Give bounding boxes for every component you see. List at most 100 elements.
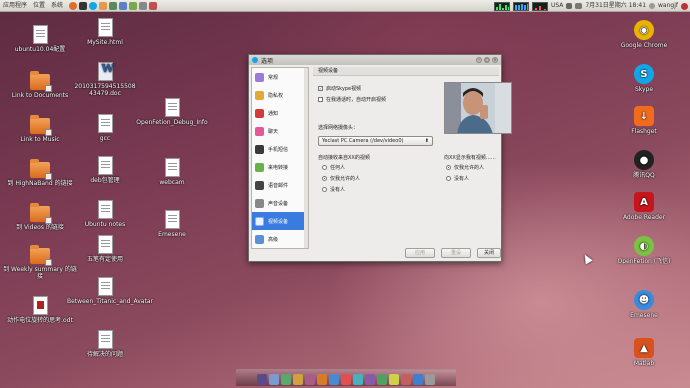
sidebar-item-sms[interactable]: 手机短信 [252,140,308,158]
show-radio-nobody[interactable] [446,176,451,181]
user-icon[interactable] [649,3,656,9]
desktop-icon-skype[interactable]: S Skype [606,64,682,93]
menu-applications[interactable]: 应用程序 [0,0,30,12]
receive-option-allowed[interactable]: 仅我允许的人 [322,175,360,182]
desktop-icon-wubi-file[interactable]: 五笔有定使用 [67,235,143,263]
select-webcam-label: 选择网络摄像头： [318,124,358,131]
menu-system[interactable]: 系统 [48,0,66,12]
desktop-icon-openfetion-debug[interactable]: OpenFetion_Debug_Info [134,98,210,126]
dock-app-10-icon[interactable] [365,374,375,385]
volume-icon[interactable] [566,3,573,9]
sidebar-item-voicemail[interactable]: 语音邮件 [252,176,308,194]
minimize-button[interactable]: – [476,57,482,63]
enable-video-row[interactable]: ✓ 启动Skype视频 [318,85,361,92]
desktop-icon-openfetion[interactable]: ◐ OpenFetion (飞信) [606,236,682,265]
webcam-select[interactable]: Yeclast PC Camera (/dev/video0) ⬍ [318,136,433,146]
dock-app-11-icon[interactable] [377,374,387,385]
document-icon [164,158,180,177]
dock-app-15-icon[interactable] [425,374,435,385]
network-monitor-icon[interactable] [531,1,548,11]
firefox-icon[interactable] [69,1,78,10]
desktop-icon-matlab[interactable]: ▲ Matlab [606,338,682,367]
receive-radio-allowed[interactable] [322,176,327,181]
skype-icon[interactable] [89,1,98,10]
sidebar-item-call-forwarding[interactable]: 来电转接 [252,158,308,176]
folder-icon[interactable] [99,1,108,10]
forward-call-icon [255,162,264,172]
mail-icon[interactable] [119,1,128,10]
receive-radio-nobody[interactable] [322,187,327,192]
desktop-icon-pending-file[interactable]: 待解决的问题 [67,330,143,358]
dock-app-2-icon[interactable] [269,374,279,385]
desktop-icon-deb-file[interactable]: deb包管理 [67,156,143,184]
desktop-icon-titanic-file[interactable]: Between_Titanic_and_Avatar [67,277,153,305]
receive-option-anyone[interactable]: 任何人 [322,164,345,171]
terminal-icon[interactable] [79,1,88,10]
desktop-icon-webcam-file[interactable]: webcam [134,158,210,186]
dock-app-14-icon[interactable] [413,374,423,385]
options-dialog: 选项 – □ × 常规 隐私权 通知 聊天 手机短信 来电转接 语音邮件 声音设… [248,54,512,262]
sidebar-item-notifications[interactable]: 通知 [252,104,308,122]
desktop-icon-gcc-file[interactable]: gcc [67,114,143,142]
maximize-button[interactable]: □ [484,57,490,63]
receive-radio-anyone[interactable] [322,165,327,170]
dock-app-4-icon[interactable] [293,374,303,385]
desktop-icon-mysite-html[interactable]: MySite.html [67,18,143,46]
dock-app-12-icon[interactable] [389,374,399,385]
enable-video-checkbox[interactable]: ✓ [318,86,323,91]
dock-app-6-icon[interactable] [317,374,327,385]
close-button[interactable]: 关闭 [477,248,501,258]
sidebar-item-advanced[interactable]: 高级 [252,230,308,248]
chat-icon [255,126,264,136]
desktop-icon-flashget[interactable]: ↓ Flashget [606,106,682,135]
folder-icon [30,71,52,92]
dock-app-5-icon[interactable] [305,374,315,385]
sidebar-item-label: 视频设备 [268,218,289,225]
sidebar-item-video-devices[interactable]: 视频设备 [252,212,308,230]
mail-indicator-icon[interactable] [575,3,583,9]
dock-app-13-icon[interactable] [401,374,411,385]
chat-icon[interactable] [129,1,138,10]
dock-app-7-icon[interactable] [329,374,339,385]
sidebar-item-sound-devices[interactable]: 声音设备 [252,194,308,212]
reset-button[interactable]: 重设 [441,248,471,258]
show-option-allowed[interactable]: 仅我允许的人 [446,164,484,171]
desktop-icon-emesene-file[interactable]: Emesene [134,210,210,238]
desktop-icon-ubuntu-notes[interactable]: Ubuntu notes [67,200,143,228]
dock-app-8-icon[interactable] [341,374,351,385]
dock-app-3-icon[interactable] [281,374,291,385]
keyboard-layout[interactable]: USA [551,0,563,12]
clock[interactable]: 7月31日星期六 18:41 [585,0,646,12]
dialog-titlebar[interactable]: 选项 – □ × [249,55,501,65]
dock-app-9-icon[interactable] [353,374,363,385]
sidebar-item-chat[interactable]: 聊天 [252,122,308,140]
menu-places[interactable]: 位置 [30,0,48,12]
icon-label: 动作电位旋转的思考.odt [7,317,73,324]
close-window-button[interactable]: × [492,57,498,63]
dock-app-1-icon[interactable] [257,374,267,385]
apply-button[interactable]: 应用 [405,248,435,258]
auto-start-row[interactable]: 在我通话时，自动开启视频 [318,96,386,103]
desktop-icon-doc-file[interactable]: 2010317594515508 43479.doc [67,62,143,97]
memory-monitor-icon[interactable] [512,1,529,11]
select-webcam-text: 选择网络摄像头： [318,125,359,131]
show-radio-allowed[interactable] [446,165,451,170]
sidebar-item-label: 通知 [268,110,279,117]
cpu-monitor-icon[interactable] [493,1,510,11]
desktop-icon-emesene[interactable]: ☻ Emesene [606,290,682,319]
settings-icon[interactable] [139,1,148,10]
user-name[interactable]: wangjf [658,0,678,12]
music-icon[interactable] [149,1,158,10]
auto-start-checkbox[interactable] [318,97,323,102]
sidebar-item-general[interactable]: 常规 [252,68,308,86]
desktop-icon-google-chrome[interactable]: ◉ Google Chrome [606,20,682,49]
show-option-nobody[interactable]: 没有人 [446,175,469,182]
sidebar-scrollbar[interactable] [304,68,308,248]
power-icon[interactable] [681,2,688,10]
desktop-icon-qq[interactable]: ● 腾讯QQ [606,150,682,179]
sidebar-item-privacy[interactable]: 隐私权 [252,86,308,104]
image-icon[interactable] [109,1,118,10]
icon-label: Flashget [631,128,657,135]
receive-option-nobody[interactable]: 没有人 [322,186,345,193]
desktop-icon-adobe-reader[interactable]: A Adobe Reader [606,192,682,221]
